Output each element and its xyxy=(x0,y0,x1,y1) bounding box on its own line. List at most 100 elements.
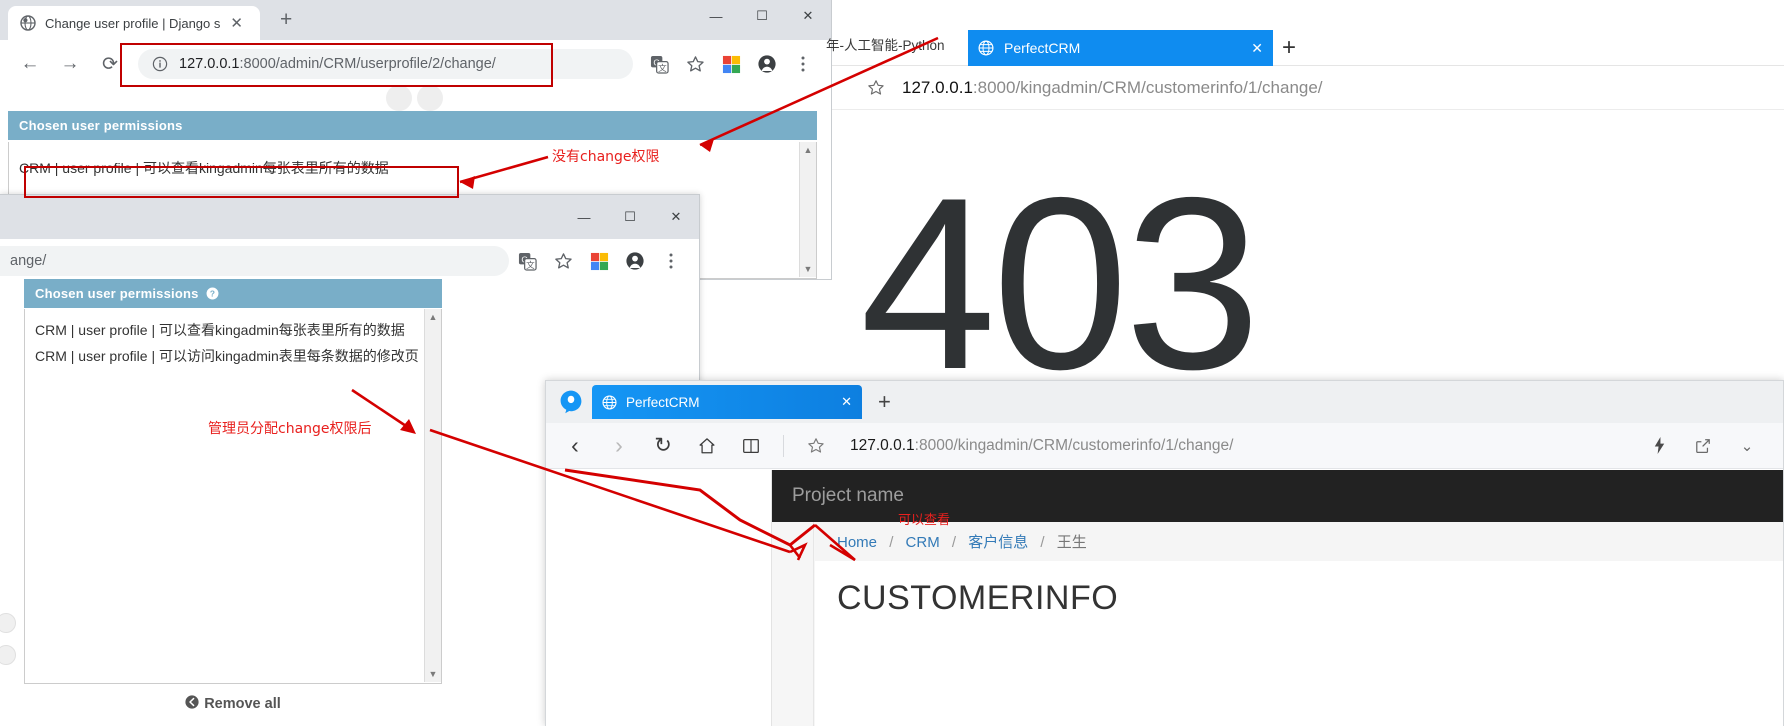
list-scrollbar[interactable]: ▲ ▼ xyxy=(424,309,441,682)
tab-perfectcrm[interactable]: PerfectCRM ✕ xyxy=(592,385,862,419)
question-mark-icon[interactable]: ? xyxy=(206,287,219,300)
new-tab-button[interactable]: + xyxy=(280,8,292,32)
extension-icon[interactable] xyxy=(718,51,744,77)
lightning-icon[interactable] xyxy=(1644,431,1674,461)
tab-partial-previous[interactable]: 年-人工智能-Python xyxy=(826,34,966,54)
tab-close-icon[interactable]: ✕ xyxy=(1251,40,1263,57)
reload-button[interactable]: ↻ xyxy=(648,431,678,461)
chosen-user-permissions-header: Chosen user permissions xyxy=(8,111,817,140)
menu-kebab-icon[interactable] xyxy=(658,248,684,274)
annotation-no-change-permission: 没有change权限 xyxy=(552,149,660,165)
url-path: :8000/kingadmin/CRM/customerinfo/1/chang… xyxy=(914,436,1234,454)
tabstrip: PerfectCRM ✕ + xyxy=(546,381,1783,423)
address-bar[interactable]: ange/ xyxy=(0,246,509,276)
list-item[interactable]: CRM | user profile | 可以查看kingadmin每张表里所有… xyxy=(25,317,441,343)
bookmark-star-icon[interactable] xyxy=(550,248,576,274)
tabstrip: 年-人工智能-Python PerfectCRM ✕ + xyxy=(826,0,1784,66)
toolbar-right-icons: G 文 xyxy=(641,51,821,77)
toolbar-right-icons: ⌄ xyxy=(1637,431,1783,461)
reader-mode-icon[interactable] xyxy=(736,431,766,461)
maximize-button[interactable]: ☐ xyxy=(607,201,653,233)
chosen-user-permissions-list[interactable]: CRM | user profile | 可以查看kingadmin每张表里所有… xyxy=(24,309,442,684)
chevron-down-icon[interactable]: ⌄ xyxy=(1732,431,1762,461)
breadcrumb-item-customerinfo[interactable]: 客户信息 xyxy=(968,534,1028,551)
translate-icon[interactable]: G 文 xyxy=(646,51,672,77)
profile-icon[interactable] xyxy=(754,51,780,77)
list-item[interactable]: CRM | user profile | 可以访问kingadmin表里每条数据… xyxy=(25,343,441,369)
home-button[interactable] xyxy=(692,431,722,461)
qq-browser-window-customerinfo: PerfectCRM ✕ + ‹ › ↻ 127.0.0.1:8000/king… xyxy=(545,380,1784,726)
profile-icon[interactable] xyxy=(622,248,648,274)
globe-icon xyxy=(602,394,617,410)
breadcrumb-item-crm[interactable]: CRM xyxy=(906,534,940,551)
page-left-gutter xyxy=(546,470,772,726)
header-label: Chosen user permissions xyxy=(35,286,199,301)
breadcrumb-separator: / xyxy=(889,534,894,551)
chooser-arrow-up[interactable] xyxy=(0,613,16,633)
remove-all-label: Remove all xyxy=(204,695,281,712)
navbar-brand[interactable]: Project name xyxy=(792,485,904,507)
breadcrumb-item-current: 王生 xyxy=(1056,534,1087,551)
tab-close-icon[interactable]: ✕ xyxy=(230,16,243,31)
chosen-user-permissions-header: Chosen user permissions ? xyxy=(24,279,442,308)
list-scrollbar[interactable]: ▲ ▼ xyxy=(799,142,816,277)
extension-icon[interactable] xyxy=(586,248,612,274)
maximize-button[interactable]: ☐ xyxy=(739,0,785,32)
forward-button[interactable]: › xyxy=(604,431,634,461)
back-button[interactable]: ← xyxy=(16,50,44,78)
scroll-down-icon[interactable]: ▼ xyxy=(425,669,441,679)
page-content-customerinfo: Project name Home / CRM / 客户信息 / 王生 CUST… xyxy=(546,470,1783,726)
close-button[interactable]: ✕ xyxy=(653,201,699,233)
svg-text:文: 文 xyxy=(658,62,667,73)
breadcrumb: Home / CRM / 客户信息 / 王生 xyxy=(815,522,1783,561)
tab-perfectcrm[interactable]: PerfectCRM ✕ xyxy=(968,30,1273,66)
menu-kebab-icon[interactable] xyxy=(790,51,816,77)
globe-icon xyxy=(978,40,994,56)
url-scheme: 127.0.0.1 xyxy=(850,436,915,454)
back-button[interactable]: ‹ xyxy=(560,431,590,461)
close-button[interactable]: ✕ xyxy=(785,0,831,32)
new-tab-button[interactable]: + xyxy=(878,389,891,415)
url-path: :8000/kingadmin/CRM/customerinfo/1/chang… xyxy=(972,77,1323,97)
remove-all-button[interactable]: Remove all xyxy=(24,695,442,713)
content-main: Home / CRM / 客户信息 / 王生 CUSTOMERINFO xyxy=(815,522,1783,726)
annotation-box-permission-row xyxy=(24,166,459,198)
tab-title: PerfectCRM xyxy=(1004,40,1081,56)
breadcrumb-item-home[interactable]: Home xyxy=(837,534,877,551)
bookmark-star-icon[interactable] xyxy=(682,51,708,77)
toolbar-divider xyxy=(783,434,784,457)
translate-icon[interactable]: G 文 xyxy=(514,248,540,274)
new-tab-button[interactable]: + xyxy=(1282,34,1296,62)
error-code: 403 xyxy=(860,146,1261,420)
titlebar: — ☐ ✕ xyxy=(0,195,699,239)
screenshot-root: Change user profile | Django s ✕ + — ☐ ✕… xyxy=(0,0,1784,726)
chooser-arrow-down[interactable] xyxy=(0,645,16,665)
chooser-arrows xyxy=(386,85,446,111)
share-icon[interactable] xyxy=(1688,431,1718,461)
bookmark-star-icon[interactable] xyxy=(801,431,831,461)
tab-title: Change user profile | Django s xyxy=(45,15,221,31)
scroll-up-icon[interactable]: ▲ xyxy=(425,312,441,322)
toolbar: 127.0.0.1:8000/kingadmin/CRM/customerinf… xyxy=(832,66,1784,110)
breadcrumb-separator: / xyxy=(951,534,957,551)
tabstrip: Change user profile | Django s ✕ + — ☐ ✕ xyxy=(0,0,831,40)
scroll-up-icon[interactable]: ▲ xyxy=(800,145,816,155)
address-bar[interactable]: 127.0.0.1:8000/kingadmin/CRM/customerinf… xyxy=(890,78,1784,98)
toolbar: ange/ G 文 xyxy=(0,239,699,283)
url-tail: ange/ xyxy=(10,253,47,269)
bookmark-star-icon[interactable] xyxy=(862,79,890,97)
annotation-can-view: 可以查看 xyxy=(898,513,951,528)
window-controls: — ☐ ✕ xyxy=(693,0,831,32)
tab-title: PerfectCRM xyxy=(626,394,700,410)
tab-change-user-profile[interactable]: Change user profile | Django s ✕ xyxy=(8,6,260,40)
window-controls: — ☐ ✕ xyxy=(561,201,699,233)
svg-text:文: 文 xyxy=(526,259,535,270)
address-bar[interactable]: 127.0.0.1:8000/kingadmin/CRM/customerinf… xyxy=(850,437,1637,455)
toolbar: ‹ › ↻ 127.0.0.1:8000/kingadmin/CRM/custo… xyxy=(546,423,1783,469)
scroll-down-icon[interactable]: ▼ xyxy=(800,264,816,274)
forward-button[interactable]: → xyxy=(56,50,84,78)
minimize-button[interactable]: — xyxy=(693,0,739,32)
minimize-button[interactable]: — xyxy=(561,201,607,233)
toolbar-right-icons: G 文 xyxy=(509,248,689,274)
tab-close-icon[interactable]: ✕ xyxy=(841,394,852,410)
